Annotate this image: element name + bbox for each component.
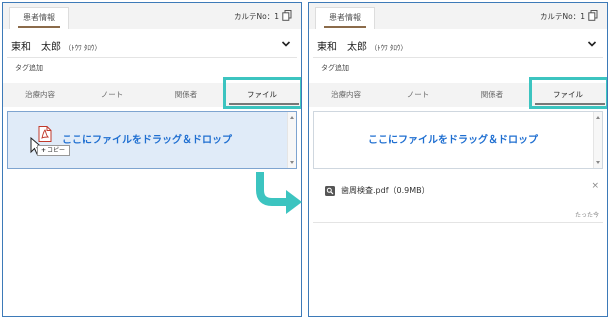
file-preview-icon[interactable] [325,186,335,196]
karte-number: カルテNo：1 [540,12,585,21]
tab-patient-info[interactable]: 患者情報 [9,7,69,29]
patient-name-kana: （ﾄｳﾜ ﾀﾛｳ） [64,44,102,52]
scroll-up-arrow-icon[interactable] [290,116,294,119]
patient-panel-before: 患者情報 カルテNo：1 東和 太郎 （ﾄｳﾜ ﾀﾛｳ） タグ追加 治療内容 ノ… [2,2,302,317]
scrollbar[interactable] [593,112,602,168]
patient-name: 東和 太郎 （ﾄｳﾜ ﾀﾛｳ） [317,42,408,53]
active-tab-underline [18,26,60,28]
tab-notes[interactable]: ノート [385,89,451,100]
patient-name: 東和 太郎 （ﾄｳﾜ ﾀﾛｳ） [11,42,102,53]
tab-treatment[interactable]: 治療内容 [313,89,379,100]
file-name[interactable]: 歯周検査.pdf（0.9MB） [341,185,430,196]
divider [7,57,297,58]
tab-notes[interactable]: ノート [79,89,145,100]
file-drop-zone[interactable]: ここにファイルをドラッグ＆ドロップ [313,111,603,169]
divider [313,57,603,58]
add-tag-link[interactable]: タグ追加 [321,63,349,73]
tab-related-persons[interactable]: 関係者 [153,89,219,100]
chevron-down-icon[interactable] [281,40,291,48]
karte-number: カルテNo：1 [234,12,279,21]
files-tab-highlight [529,77,607,109]
file-drop-zone[interactable]: ここにファイルをドラッグ＆ドロップ +コピー [7,111,297,169]
patient-panel-after: 患者情報 カルテNo：1 東和 太郎 （ﾄｳﾜ ﾀﾛｳ） タグ追加 治療内容 ノ… [308,2,608,317]
scroll-down-arrow-icon[interactable] [290,161,294,164]
panel-header: 患者情報 カルテNo：1 [309,3,607,29]
file-list-item[interactable]: 歯周検査.pdf（0.9MB） × たった今 [313,173,603,223]
scroll-down-arrow-icon[interactable] [596,161,600,164]
active-tab-underline [324,26,366,28]
scrollbar[interactable] [287,112,296,168]
close-icon[interactable]: × [591,181,599,191]
files-tab-highlight [223,77,301,109]
tab-treatment[interactable]: 治療内容 [7,89,73,100]
scroll-up-arrow-icon[interactable] [596,116,600,119]
tab-related-persons[interactable]: 関係者 [459,89,525,100]
tab-patient-info[interactable]: 患者情報 [315,7,375,29]
panel-header: 患者情報 カルテNo：1 [3,3,301,29]
patient-name-kana: （ﾄｳﾜ ﾀﾛｳ） [370,44,408,52]
copy-icon[interactable] [282,10,292,21]
add-tag-link[interactable]: タグ追加 [15,63,43,73]
file-timestamp: たった今 [574,212,599,219]
chevron-down-icon[interactable] [587,40,597,48]
drop-zone-text: ここにファイルをドラッグ＆ドロップ [368,135,538,146]
copy-icon[interactable] [588,10,598,21]
copy-badge: +コピー [37,145,71,156]
transition-arrow-icon [256,172,302,214]
